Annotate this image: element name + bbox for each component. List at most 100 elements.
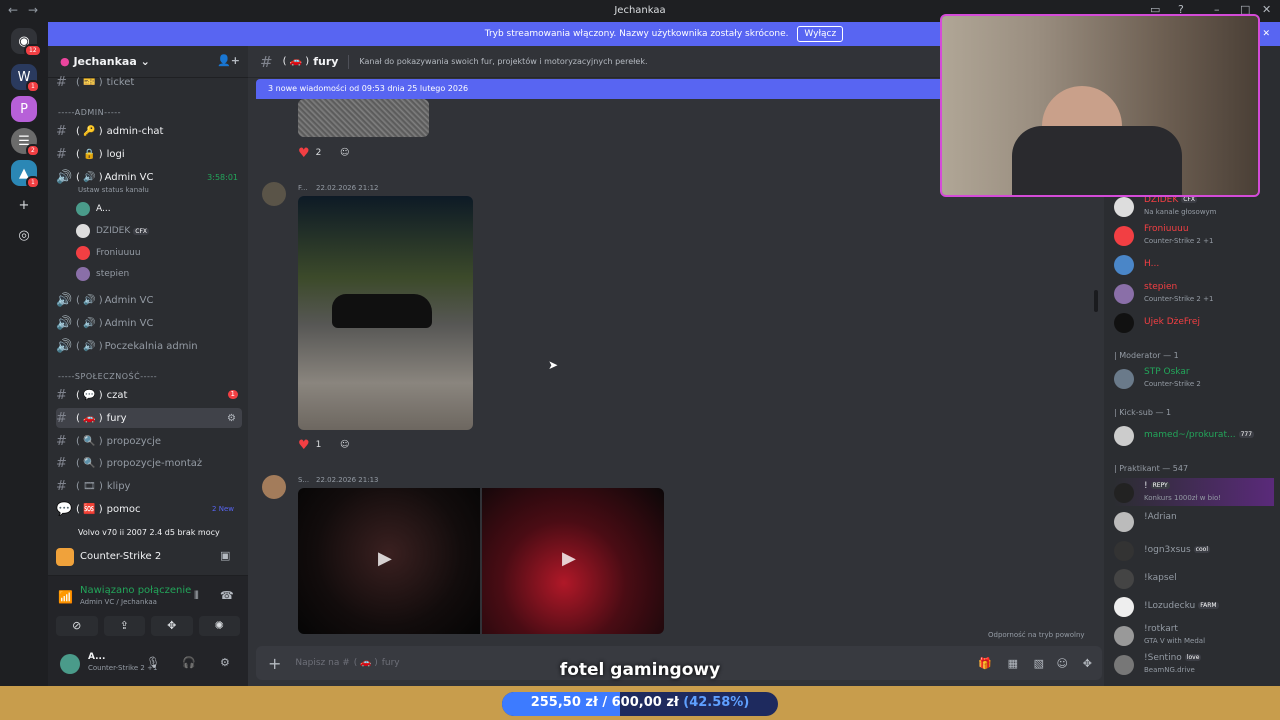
goal-percent: (42.58%)	[683, 695, 750, 710]
voice-status-prompt[interactable]: Ustaw status kanału	[78, 186, 149, 194]
channel-label: pomoc	[106, 503, 141, 515]
video-thumbnail[interactable]: ▶	[298, 488, 480, 634]
server-icon-3[interactable]: ☰ 2	[11, 128, 40, 157]
user-tag: CFX	[133, 227, 150, 235]
thread-item[interactable]: Volvo v70 ii 2007 2.4 d5 brak mocy	[68, 522, 248, 540]
screen-icon[interactable]: ▣	[220, 549, 230, 562]
member-item[interactable]: !ogn3xsus cool	[1114, 536, 1274, 564]
channel-klipy[interactable]: #( 🎞 ) klipy	[56, 476, 242, 496]
disconnect-icon[interactable]: ☎	[220, 589, 234, 602]
member-item[interactable]: H...	[1114, 250, 1274, 278]
channel-label: logi	[106, 148, 125, 160]
channel-ticket[interactable]: #( 🎫 ) ticket	[56, 72, 242, 92]
server-icon-4[interactable]: ▲ 1	[11, 160, 40, 189]
channel-label: propozycje	[106, 435, 162, 447]
hash-icon: #	[56, 433, 67, 449]
hash-icon: #	[56, 123, 67, 139]
guild-icon: ●	[60, 55, 70, 68]
chevron-down-icon: ⌄	[140, 55, 150, 68]
member-item[interactable]: stepien Counter-Strike 2 +1	[1114, 279, 1274, 307]
message-author[interactable]: S...	[298, 476, 309, 484]
channel-pomoc[interactable]: 💬( 🆘 ) pomoc 2 New	[56, 499, 242, 519]
noise-suppression-icon[interactable]: ⦀	[194, 589, 199, 603]
member-item[interactable]: mamed~/prokurat... 777	[1114, 421, 1274, 449]
voice-user[interactable]: DZIDEK CFX	[76, 221, 150, 241]
channel-logi[interactable]: #( 🔒 ) logi	[56, 144, 242, 164]
disable-streamer-button[interactable]: Wyłącz	[797, 26, 844, 42]
soundboard-icon[interactable]: ✺	[198, 616, 240, 636]
activities-icon[interactable]: ✥	[151, 616, 193, 636]
channel-czat[interactable]: #( 💬 ) czat 1	[56, 385, 242, 405]
guild-name: Jechankaa	[73, 55, 137, 68]
video-thumbnail[interactable]: ▶	[482, 488, 664, 634]
member-name: !kapsel	[1144, 573, 1177, 583]
channel-topic[interactable]: Kanał do pokazywania swoich fur, projekt…	[359, 57, 647, 66]
car-photo[interactable]	[298, 196, 473, 430]
screen-share-icon[interactable]: ⇪	[103, 616, 145, 636]
goal-text: 255,50 zł / 600,00 zł (42.58%)	[530, 695, 750, 710]
category-admin[interactable]: -----ADMIN-----	[58, 108, 121, 117]
member-item[interactable]: !kapsel	[1114, 564, 1274, 592]
server-badge: 1	[26, 80, 40, 93]
add-reaction-icon[interactable]: ☺	[340, 144, 349, 162]
voice-user[interactable]: A...	[76, 199, 111, 219]
voice-poczekalnia[interactable]: 🔊( 🔊 ) Poczekalnia admin	[56, 336, 242, 356]
role-header-praktikant: | Praktikant — 547	[1114, 464, 1189, 473]
add-member-icon[interactable]: 👤+	[217, 54, 240, 67]
voice-user[interactable]: Froniuuuu	[76, 243, 141, 263]
server-icon-2[interactable]: P	[11, 96, 37, 122]
reaction-heart[interactable]: ♥ 1	[298, 436, 321, 454]
voice-location[interactable]: Admin VC / Jechankaa	[80, 598, 157, 606]
direct-messages-icon[interactable]: ◉ 12	[11, 28, 42, 57]
server-badge: 2	[26, 144, 40, 157]
member-activity: Konkurs 1000zł w bio!	[1144, 494, 1222, 502]
member-item[interactable]: ! REPY Konkurs 1000zł w bio!	[1114, 478, 1274, 506]
member-item[interactable]: Froniuuuu Counter-Strike 2 +1	[1114, 221, 1274, 249]
avatar	[1114, 541, 1134, 561]
avatar	[1114, 426, 1134, 446]
add-reaction-icon[interactable]: ☺	[340, 436, 349, 454]
discover-icon[interactable]: ◎	[11, 222, 37, 248]
channel-admin-chat[interactable]: #( 🔑 ) admin-chat	[56, 121, 242, 141]
member-item[interactable]: !Lozudecku FARM	[1114, 592, 1274, 620]
activity-card[interactable]: Counter-Strike 2 ▣	[48, 540, 248, 576]
settings-icon[interactable]: ⚙	[227, 413, 236, 424]
mouse-cursor-icon: ➤	[548, 358, 559, 372]
member-tag: 777	[1238, 431, 1255, 438]
channel-sidebar: ● Jechankaa ⌄ 👤+ #( 🎫 ) ticket -----ADMI…	[48, 46, 248, 540]
member-activity: Counter-Strike 2	[1144, 380, 1201, 388]
goal-target: 600,00 zł	[611, 695, 679, 710]
add-server-icon[interactable]: +	[11, 192, 37, 218]
close-banner-icon[interactable]: ✕	[1262, 22, 1270, 46]
message-author[interactable]: F...	[298, 184, 308, 192]
voice-admin-vc[interactable]: 🔊( 🔊 ) Admin VC 3:58:01	[56, 167, 242, 187]
avatar[interactable]	[262, 182, 286, 206]
voice-user-name: A...	[96, 204, 111, 214]
channel-propozycje[interactable]: #( 🔍 ) propozycje	[56, 431, 242, 451]
member-item[interactable]: !rotkart GTA V with Medal	[1114, 621, 1274, 649]
close-icon[interactable]: ✕	[1262, 3, 1271, 16]
voice-admin-vc-3[interactable]: 🔊( 🔊 ) Admin VC	[56, 313, 242, 333]
member-item[interactable]: STP Oskar Counter-Strike 2	[1114, 364, 1274, 392]
channel-label: admin-chat	[106, 125, 164, 137]
member-item[interactable]: !Adrian	[1114, 507, 1274, 535]
camera-off-icon[interactable]: ⊘	[56, 616, 98, 636]
voice-status[interactable]: Nawiązano połączenie	[80, 585, 191, 596]
scrollbar[interactable]	[1094, 290, 1098, 312]
play-icon[interactable]: ▶	[562, 548, 576, 569]
server-icon-1[interactable]: W 1	[11, 64, 40, 93]
play-icon[interactable]: ▶	[378, 548, 392, 569]
channel-fury[interactable]: #( 🚗 ) fury ⚙	[56, 408, 242, 428]
attachment-image[interactable]	[298, 99, 429, 137]
avatar	[1114, 226, 1134, 246]
voice-admin-vc-2[interactable]: 🔊( 🔊 ) Admin VC	[56, 290, 242, 310]
new-messages-bar[interactable]: 3 nowe wiadomości od 09:53 dnia 25 luteg…	[256, 79, 1036, 99]
member-item[interactable]: Ujek DżeFrej	[1114, 308, 1274, 336]
avatar[interactable]	[262, 475, 286, 499]
voice-user[interactable]: stepien	[76, 264, 129, 284]
category-community[interactable]: -----SPOŁECZNOŚĆ-----	[58, 372, 157, 381]
voice-user-name: stepien	[96, 269, 130, 279]
reaction-heart[interactable]: ♥ 2	[298, 144, 321, 162]
channel-propozycje-montaz[interactable]: #( 🔍 ) propozycje-montaż	[56, 453, 242, 473]
webcam-overlay	[940, 14, 1260, 197]
